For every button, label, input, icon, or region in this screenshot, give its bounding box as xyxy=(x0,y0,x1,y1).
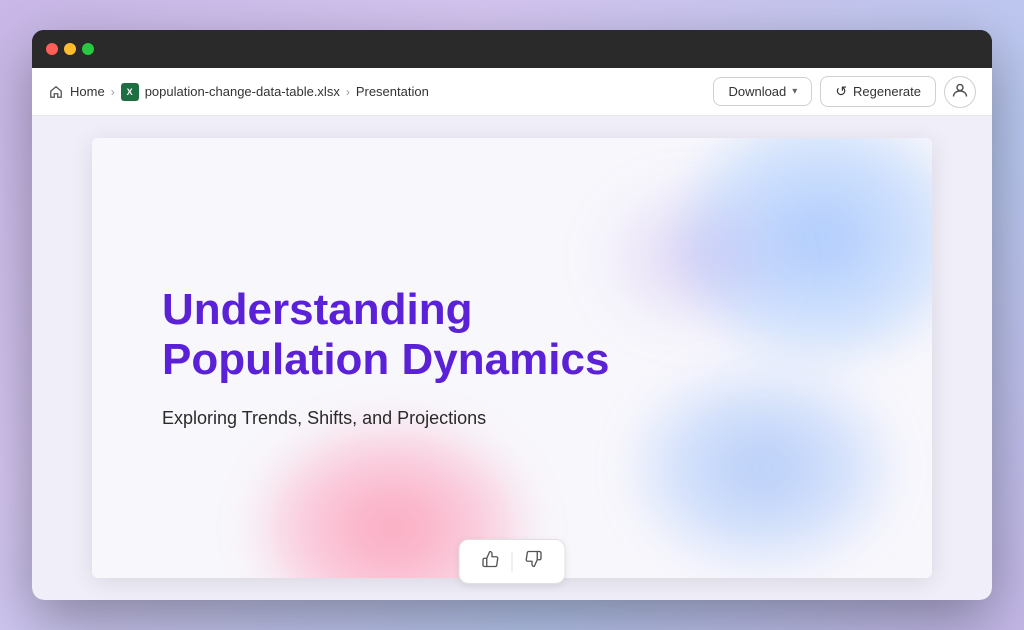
download-chevron-icon: ▾ xyxy=(792,86,797,97)
user-icon xyxy=(952,82,968,101)
breadcrumb: Home › X population-change-data-table.xl… xyxy=(48,83,707,101)
home-label: Home xyxy=(70,84,105,99)
feedback-bar xyxy=(459,539,566,584)
breadcrumb-current-page: Presentation xyxy=(356,84,429,99)
thumbs-down-icon xyxy=(525,550,543,573)
close-button[interactable] xyxy=(46,43,58,55)
download-label: Download xyxy=(728,84,786,99)
download-button[interactable]: Download ▾ xyxy=(713,77,812,106)
file-name: population-change-data-table.xlsx xyxy=(145,84,340,99)
excel-icon: X xyxy=(121,83,139,101)
slide-subtitle: Exploring Trends, Shifts, and Projection… xyxy=(162,406,862,431)
thumbs-up-button[interactable] xyxy=(474,546,508,577)
fullscreen-button[interactable] xyxy=(82,43,94,55)
thumbs-up-icon xyxy=(482,550,500,573)
traffic-lights xyxy=(46,43,94,55)
thumbs-down-button[interactable] xyxy=(517,546,551,577)
presentation-slide: Understanding Population Dynamics Explor… xyxy=(92,138,932,578)
feedback-divider xyxy=(512,552,513,572)
toolbar: Home › X population-change-data-table.xl… xyxy=(32,68,992,116)
content-area: Understanding Population Dynamics Explor… xyxy=(32,116,992,600)
regenerate-label: Regenerate xyxy=(853,84,921,99)
regenerate-icon: ↺ xyxy=(835,83,847,100)
breadcrumb-home[interactable]: Home xyxy=(48,84,105,100)
slide-title: Understanding Population Dynamics xyxy=(162,285,642,386)
slide-content: Understanding Population Dynamics Explor… xyxy=(162,285,862,431)
breadcrumb-sep-2: › xyxy=(346,85,350,99)
toolbar-actions: Download ▾ ↺ Regenerate xyxy=(713,76,976,108)
user-button[interactable] xyxy=(944,76,976,108)
breadcrumb-sep-1: › xyxy=(111,85,115,99)
title-bar xyxy=(32,30,992,68)
home-icon xyxy=(48,84,64,100)
breadcrumb-file[interactable]: X population-change-data-table.xlsx xyxy=(121,83,340,101)
regenerate-button[interactable]: ↺ Regenerate xyxy=(820,76,936,107)
browser-window: Home › X population-change-data-table.xl… xyxy=(32,30,992,600)
minimize-button[interactable] xyxy=(64,43,76,55)
